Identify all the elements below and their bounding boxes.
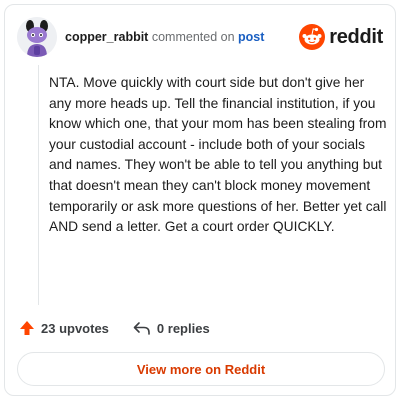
brand-wordmark: reddit <box>329 25 383 48</box>
username-link[interactable]: copper_rabbit <box>65 30 148 44</box>
avatar[interactable] <box>17 17 57 57</box>
reddit-logo-icon <box>299 24 326 50</box>
comment-header: copper_rabbit commented on post reddit <box>17 17 383 57</box>
view-more-button[interactable]: View more on Reddit <box>17 352 385 386</box>
reply-count: 0 replies <box>156 320 210 336</box>
post-link[interactable]: post <box>238 30 264 44</box>
reddit-brand[interactable]: reddit <box>299 23 383 51</box>
comment-meta: copper_rabbit commented on post <box>65 30 264 44</box>
comment-text: NTA. Move quickly with court side but do… <box>49 75 387 235</box>
comment-actions: 23 upvotes 0 replies <box>19 318 210 338</box>
snoo-avatar-icon <box>17 17 57 57</box>
thread-line <box>38 65 39 305</box>
reply-button[interactable]: 0 replies <box>133 320 210 336</box>
reply-arrow-icon <box>133 322 150 335</box>
comment-embed-card: copper_rabbit commented on post reddit N… <box>4 4 396 396</box>
action-text: commented on <box>151 30 235 44</box>
upvote-button[interactable]: 23 upvotes <box>19 320 109 336</box>
upvote-arrow-icon <box>20 321 34 335</box>
upvote-count: 23 upvotes <box>41 320 109 336</box>
